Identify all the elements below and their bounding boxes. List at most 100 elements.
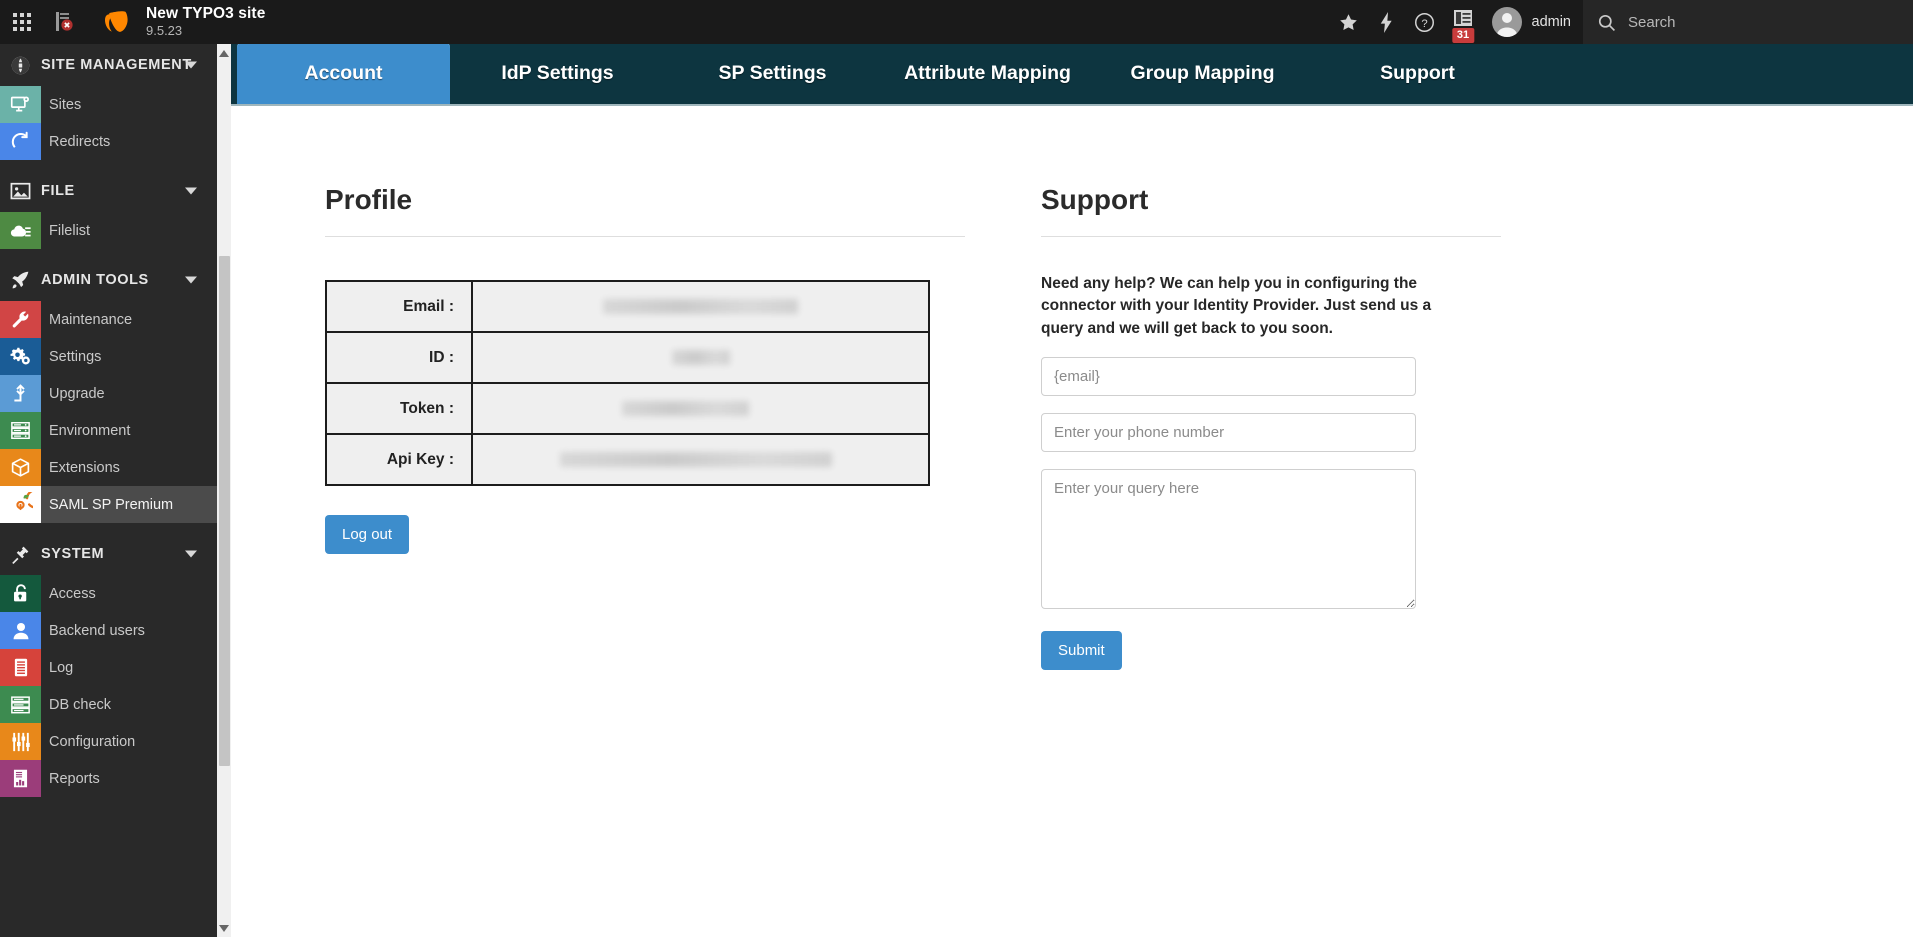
support-description: Need any help? We can help you in config… [1041,275,1432,337]
page-title: Profile [325,184,413,215]
tab-account[interactable]: Account [237,44,450,104]
sidebar-item-label: Access [49,585,96,602]
sidebar-group-file[interactable]: FILE [0,170,231,212]
phone-field[interactable] [1041,413,1416,453]
table-row: Token : [325,382,930,435]
tab-attribute-mapping[interactable]: Attribute Mapping [880,44,1095,104]
chevron-down-icon [185,187,197,195]
profile-panel: Profile Email : ID : Token: Api Key: L… [325,184,965,554]
sidebar-item-log[interactable]: Log [0,649,231,686]
support-title: Support [1041,184,1149,215]
sidebar-item-backend-users[interactable]: Backend users [0,612,231,649]
search-icon [1597,13,1616,32]
lightning-bolt-icon [1379,11,1394,33]
bookmarks-button[interactable] [1330,0,1368,44]
flash-messages-button[interactable] [1368,0,1406,44]
sidebar-item-label: Maintenance [49,311,133,328]
table-row: Api Key : [325,433,930,486]
sidebar-group-label: SITE MANAGEMENT [41,57,192,73]
svg-text:?: ? [1421,17,1427,29]
scroll-up-button[interactable] [218,46,230,60]
sidebar-item-extensions[interactable]: Extensions [0,449,231,486]
sidebar-group-admin-tools[interactable]: ADMIN TOOLS [0,259,231,301]
system-information-button[interactable]: 31 [1444,0,1482,44]
tab-group-mapping[interactable]: Group Mapping [1095,44,1310,104]
logout-button[interactable]: Log out [325,515,410,554]
upgrade-arrow-icon [0,375,41,412]
image-file-icon [0,170,41,212]
module-menu-toggle[interactable] [4,0,40,44]
sidebar-item-db-check[interactable]: DB check [0,686,231,723]
tab-sp-settings[interactable]: SP Settings [665,44,880,104]
table-row: Email : [325,280,930,333]
user-icon [0,612,41,649]
submit-button[interactable]: Submit [1041,631,1122,671]
panel-divider [325,236,965,237]
email-field[interactable] [1041,357,1416,397]
sidebar-group-system[interactable]: SYSTEM [0,533,231,575]
sidebar-item-label: Extensions [49,459,120,476]
sidebar-item-maintenance[interactable]: Maintenance [0,301,231,338]
profile-value-token [471,382,930,435]
redirect-refresh-icon [0,123,41,160]
query-field[interactable] [1041,469,1416,610]
sidebar-item-environment[interactable]: Environment [0,412,231,449]
sidebar-item-label: Backend users [49,622,145,639]
tab-idp-settings[interactable]: IdP Settings [450,44,665,104]
profile-value-email [471,280,930,333]
sites-monitor-icon [0,86,41,123]
clear-cache-button[interactable] [40,0,86,44]
sidebar-item-label: SAML SP Premium [49,496,174,513]
profile-label-token: Token : [325,382,473,435]
topbar: New TYPO3 site 9.5.23 ? 31 admin Search [0,0,1913,44]
globe-icon [0,44,41,86]
sidebar-item-reports[interactable]: Reports [0,760,231,797]
sidebar-item-saml-sp-premium[interactable]: SAML SP Premium [0,486,231,523]
sidebar-scrollbar[interactable] [217,44,231,937]
site-logo-block[interactable]: New TYPO3 site 9.5.23 [100,5,265,39]
sidebar-item-label: Settings [49,348,102,365]
site-version: 9.5.23 [146,23,183,39]
system-information-icon [1453,9,1473,27]
sidebar-item-settings[interactable]: Settings [0,338,231,375]
clear-cache-icon [53,11,73,33]
site-title: New TYPO3 site [146,5,266,23]
sidebar-group-site-management[interactable]: SITE MANAGEMENT [0,44,231,86]
sidebar-item-configuration[interactable]: Configuration [0,723,231,760]
sidebar-item-label: Reports [49,770,100,787]
sidebar-scroll-area: SITE MANAGEMENT Sites Redirects FILE Fil… [0,44,231,807]
tab-support[interactable]: Support [1310,44,1525,104]
search-box[interactable]: Search [1583,0,1913,44]
sidebar-group-label: FILE [41,183,75,199]
scrollbar-thumb[interactable] [219,256,230,766]
typo3-logo-icon [100,5,134,39]
profile-label-api-key: Api Key : [325,433,473,486]
search-input[interactable]: Search [1628,14,1676,31]
sidebar-item-upgrade[interactable]: Upgrade [0,375,231,412]
grid-apps-icon [12,12,32,32]
sidebar-item-redirects[interactable]: Redirects [0,123,231,160]
sidebar-item-access[interactable]: Access [0,575,231,612]
folder-cloud-icon [0,212,41,249]
gears-icon [0,338,41,375]
help-button[interactable]: ? [1406,0,1444,44]
sidebar-item-filelist[interactable]: Filelist [0,212,231,249]
server-icon [0,412,41,449]
plug-icon [0,533,41,575]
sidebar-item-label: Filelist [49,222,91,239]
sidebar-group-label: SYSTEM [41,546,105,562]
chevron-down-icon [185,550,197,558]
profile-label-email: Email : [325,280,473,333]
triangle-up-icon [219,49,229,57]
table-row: ID : [325,331,930,384]
sidebar-item-sites[interactable]: Sites [0,86,231,123]
report-chart-icon [0,760,41,797]
sidebar-item-label: Environment [49,422,131,439]
user-menu-button[interactable]: admin [1482,0,1584,44]
sidebar-item-label: DB check [49,696,112,713]
chevron-down-icon [185,61,197,69]
scroll-down-button[interactable] [218,921,230,935]
triangle-down-icon [219,924,229,932]
sidebar-item-label: Configuration [49,733,136,750]
tab-content-account: Profile Email : ID : Token: Api Key: L… [231,106,1913,937]
